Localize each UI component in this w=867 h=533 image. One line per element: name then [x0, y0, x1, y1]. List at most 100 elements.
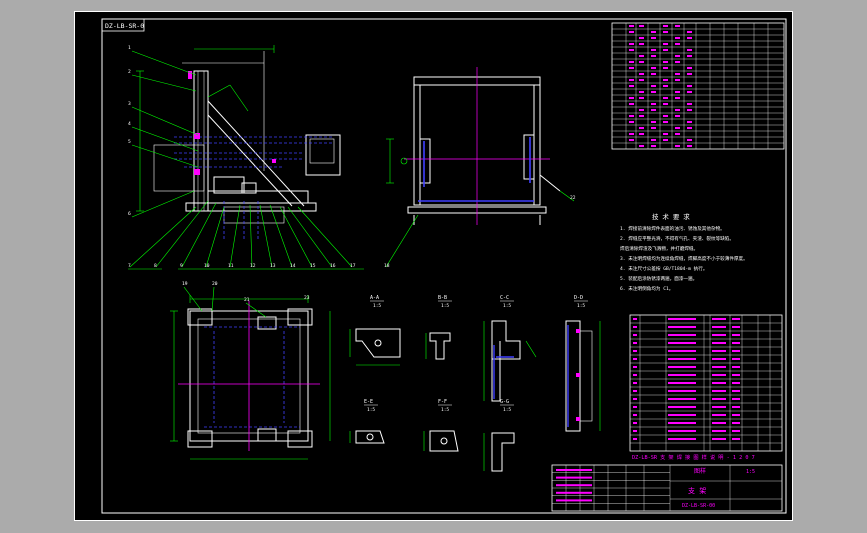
note-line: 5. 装配后涂防锈漆两遍，面漆一遍。 — [620, 275, 697, 282]
revision-cell-mark — [663, 139, 668, 141]
revision-cell-mark — [687, 31, 692, 33]
revision-cell-mark — [675, 55, 680, 57]
revision-cell-mark — [663, 25, 668, 27]
parts-caption: DZ-LB-SR 支 架 焊 接 图 样 说 明 - 1 2 0 7 — [632, 453, 755, 461]
revision-cell-mark — [629, 85, 634, 87]
balloon-number: 21 — [244, 297, 250, 303]
parts-cell-mark — [633, 358, 637, 360]
revision-cell-mark — [651, 37, 656, 39]
revision-cell-mark — [663, 61, 668, 63]
parts-cell-mark — [732, 358, 740, 360]
note-line: 1. 焊接前清除焊件表面的油污、锈蚀及其他杂物。 — [620, 225, 725, 232]
revision-cell-mark — [629, 115, 634, 117]
balloon-number: 16 — [330, 263, 336, 269]
company-name: 图样 — [694, 467, 706, 475]
parts-cell-mark — [633, 334, 637, 336]
parts-cell-mark — [712, 374, 726, 376]
revision-table-frame — [611, 22, 785, 150]
revision-cell-mark — [639, 115, 644, 117]
section-details — [355, 320, 593, 472]
revision-cell-mark — [687, 109, 692, 111]
revision-cell-mark — [663, 121, 668, 123]
note-line: 6. 未注明倒角均为 C1。 — [620, 285, 673, 292]
revision-cell-mark — [639, 73, 644, 75]
balloon-number: 3 — [128, 101, 131, 107]
parts-cell-mark — [633, 382, 637, 384]
section-label: B-B — [438, 295, 447, 301]
parts-cell-mark — [732, 334, 740, 336]
balloon-number: 9 — [180, 263, 183, 269]
cad-viewport[interactable]: DZ-LB-SR-0 1 2 3 4 5 6 7 8 9 10 11 12 13… — [0, 0, 867, 533]
revision-cell-mark — [639, 55, 644, 57]
stamp-label: DZ-LB-SR-0 — [105, 22, 144, 30]
revision-cell-mark — [687, 145, 692, 147]
balloon-number: 2 — [128, 69, 131, 75]
section-labels: A-A 1:5 B-B 1:5 C-C 1:5 D-D 1:5 E-E 1:5 F-F 1:5 G-G 1… — [364, 295, 588, 413]
revision-cell-mark — [687, 67, 692, 69]
revision-cell-mark — [651, 127, 656, 129]
parts-cell-mark — [732, 390, 740, 392]
balloon-number: 17 — [350, 263, 356, 269]
balloon-number: 14 — [290, 263, 296, 269]
balloon-number: 6 — [128, 211, 131, 217]
parts-cell-mark — [732, 374, 740, 376]
revision-cell-mark — [629, 61, 634, 63]
revision-cell-mark — [663, 103, 668, 105]
revision-cell-mark — [663, 31, 668, 33]
parts-cell-mark — [668, 334, 696, 336]
top-view-dims — [170, 295, 331, 460]
balloon-number: 18 — [384, 263, 390, 269]
section-scale: 1:5 — [367, 407, 375, 413]
parts-cell-mark — [732, 342, 740, 344]
parts-cell-mark — [668, 342, 696, 344]
parts-cell-mark — [633, 406, 637, 408]
parts-cell-mark — [732, 414, 740, 416]
revision-cell-mark — [629, 49, 634, 51]
revision-cell-mark — [651, 31, 656, 33]
parts-cell-mark — [712, 334, 726, 336]
parts-cell-mark — [633, 342, 637, 344]
revision-cell-mark — [629, 139, 634, 141]
revision-cell-mark — [675, 73, 680, 75]
parts-cell-mark — [668, 350, 696, 352]
parts-cell-mark — [732, 350, 740, 352]
parts-cell-mark — [732, 422, 740, 424]
parts-cell-mark — [668, 318, 696, 320]
revision-cell-mark — [663, 67, 668, 69]
section-scale: 1:5 — [441, 407, 449, 413]
cad-drawing: DZ-LB-SR-0 1234567 8 9 10 11 12 13 14 15… — [74, 11, 793, 521]
revision-cell-mark — [651, 91, 656, 93]
parts-cell-mark — [633, 430, 637, 432]
section-markers — [576, 329, 580, 421]
revision-cell-mark — [639, 79, 644, 81]
parts-list-frame — [629, 314, 783, 452]
drawing-sheet[interactable]: DZ-LB-SR-0 1 2 3 4 5 6 7 8 9 10 11 12 13… — [74, 11, 793, 521]
revision-cell-mark — [639, 43, 644, 45]
balloon-number: 8 — [154, 263, 157, 269]
revision-cell-mark — [687, 37, 692, 39]
revision-cell-mark — [675, 133, 680, 135]
revision-cell-mark — [663, 43, 668, 45]
section-label: C-C — [500, 295, 509, 301]
parts-cell-mark — [633, 350, 637, 352]
title-cell-mark — [556, 484, 592, 487]
revision-cell-mark — [629, 67, 634, 69]
revision-cell-mark — [639, 61, 644, 63]
note-line: 焊后清除焊渣及飞溅物，并打磨焊缝。 — [620, 245, 698, 252]
balloon-number: 20 — [212, 281, 218, 287]
revision-cell-mark — [675, 91, 680, 93]
parts-cell-mark — [712, 406, 726, 408]
parts-cell-mark — [712, 438, 726, 440]
parts-cell-mark — [668, 326, 696, 328]
revision-cell-mark — [629, 133, 634, 135]
revision-cell-mark — [663, 49, 668, 51]
section-label: E-E — [364, 399, 373, 405]
balloon-number: 7 — [128, 263, 131, 269]
leader-lines — [128, 50, 419, 318]
top-view — [187, 308, 313, 448]
revision-cell-mark — [629, 31, 634, 33]
section-label: G-G — [500, 399, 509, 405]
revision-cell-mark — [629, 43, 634, 45]
parts-cell-mark — [732, 430, 740, 432]
revision-cell-mark — [651, 121, 656, 123]
